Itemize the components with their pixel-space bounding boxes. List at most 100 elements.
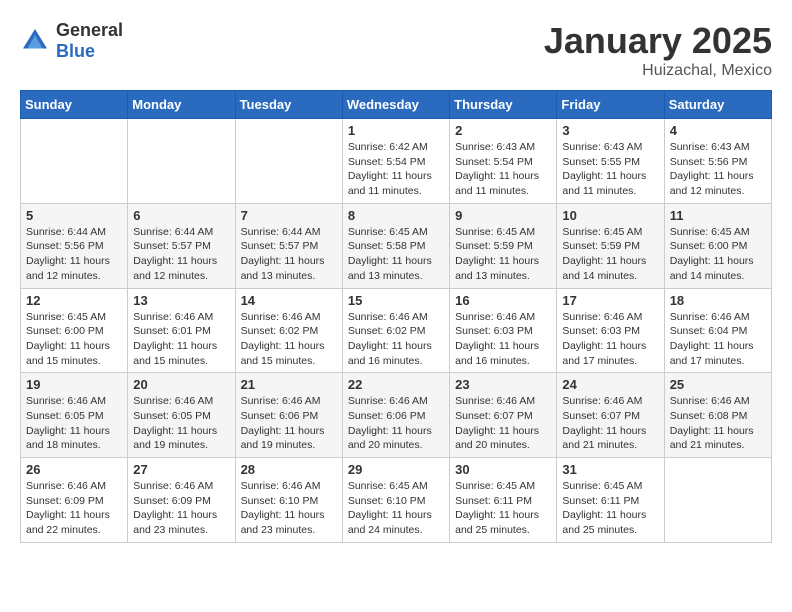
calendar-week-row: 19 Sunrise: 6:46 AMSunset: 6:05 PMDayligh… [21, 373, 772, 458]
calendar-cell: 7Sunrise: 6:44 AMSunset: 5:57 PMDaylight… [235, 203, 342, 288]
calendar-cell: 28Sunrise: 6:46 AMSunset: 6:10 PMDayligh… [235, 458, 342, 543]
day-number: 18 [670, 293, 766, 308]
logo-icon [20, 26, 50, 56]
day-number: 29 [348, 462, 444, 477]
day-number: 5 [26, 208, 122, 223]
day-number: 4 [670, 123, 766, 138]
day-number: 1 [348, 123, 444, 138]
day-info: Sunrise: 6:45 AMSunset: 6:11 PMDaylight:… [562, 479, 658, 538]
calendar-cell: 17 Sunrise: 6:46 AMSunset: 6:03 PMDayligh… [557, 288, 664, 373]
day-info: Sunrise: 6:46 AMSunset: 6:06 PMDaylight:… [241, 394, 337, 453]
page-header: General Blue January 2025 Huizachal, Mex… [20, 20, 772, 80]
day-number: 24 [562, 377, 658, 392]
weekday-header-cell: Sunday [21, 91, 128, 119]
day-info: Sunrise: 6:46 AMSunset: 6:10 PMDaylight:… [241, 479, 337, 538]
calendar-cell: 14 Sunrise: 6:46 AMSunset: 6:02 PMDayligh… [235, 288, 342, 373]
calendar-cell: 13 Sunrise: 6:46 AMSunset: 6:01 PMDayligh… [128, 288, 235, 373]
day-info: Sunrise: 6:46 AMSunset: 6:01 PMDaylight:… [133, 310, 229, 369]
day-info: Sunrise: 6:46 AMSunset: 6:02 PMDaylight:… [241, 310, 337, 369]
calendar-cell: 11Sunrise: 6:45 AMSunset: 6:00 PMDayligh… [664, 203, 771, 288]
calendar-cell: 6Sunrise: 6:44 AMSunset: 5:57 PMDaylight… [128, 203, 235, 288]
day-info: Sunrise: 6:45 AMSunset: 6:11 PMDaylight:… [455, 479, 551, 538]
logo: General Blue [20, 20, 123, 62]
day-number: 7 [241, 208, 337, 223]
calendar-cell: 27 Sunrise: 6:46 AMSunset: 6:09 PMDayligh… [128, 458, 235, 543]
day-info: Sunrise: 6:46 AMSunset: 6:03 PMDaylight:… [562, 310, 658, 369]
calendar-week-row: 1Sunrise: 6:42 AMSunset: 5:54 PMDaylight… [21, 119, 772, 204]
calendar-cell: 16Sunrise: 6:46 AMSunset: 6:03 PMDayligh… [450, 288, 557, 373]
weekday-header-cell: Monday [128, 91, 235, 119]
day-number: 9 [455, 208, 551, 223]
day-info: Sunrise: 6:45 AMSunset: 6:00 PMDaylight:… [670, 225, 766, 284]
day-info: Sunrise: 6:46 AMSunset: 6:06 PMDaylight:… [348, 394, 444, 453]
day-info: Sunrise: 6:45 AMSunset: 5:59 PMDaylight:… [562, 225, 658, 284]
weekday-header-row: SundayMondayTuesdayWednesdayThursdayFrid… [21, 91, 772, 119]
day-number: 13 [133, 293, 229, 308]
calendar-cell: 19 Sunrise: 6:46 AMSunset: 6:05 PMDayligh… [21, 373, 128, 458]
calendar-cell: 15 Sunrise: 6:46 AMSunset: 6:02 PMDayligh… [342, 288, 449, 373]
day-number: 26 [26, 462, 122, 477]
day-number: 2 [455, 123, 551, 138]
calendar-week-row: 12 Sunrise: 6:45 AMSunset: 6:00 PMDayligh… [21, 288, 772, 373]
day-number: 20 [133, 377, 229, 392]
day-number: 19 [26, 377, 122, 392]
day-number: 10 [562, 208, 658, 223]
calendar-cell: 10 Sunrise: 6:45 AMSunset: 5:59 PMDayligh… [557, 203, 664, 288]
location-title: Huizachal, Mexico [544, 62, 772, 80]
day-info: Sunrise: 6:46 AMSunset: 6:09 PMDaylight:… [26, 479, 122, 538]
day-number: 17 [562, 293, 658, 308]
day-number: 8 [348, 208, 444, 223]
day-info: Sunrise: 6:46 AMSunset: 6:08 PMDaylight:… [670, 394, 766, 453]
day-number: 30 [455, 462, 551, 477]
day-info: Sunrise: 6:46 AMSunset: 6:02 PMDaylight:… [348, 310, 444, 369]
day-info: Sunrise: 6:45 AMSunset: 5:59 PMDaylight:… [455, 225, 551, 284]
calendar-cell: 21 Sunrise: 6:46 AMSunset: 6:06 PMDayligh… [235, 373, 342, 458]
calendar-cell: 20 Sunrise: 6:46 AMSunset: 6:05 PMDayligh… [128, 373, 235, 458]
day-info: Sunrise: 6:43 AMSunset: 5:55 PMDaylight:… [562, 140, 658, 199]
calendar-cell [235, 119, 342, 204]
day-info: Sunrise: 6:44 AMSunset: 5:56 PMDaylight:… [26, 225, 122, 284]
weekday-header-cell: Thursday [450, 91, 557, 119]
calendar-cell: 31 Sunrise: 6:45 AMSunset: 6:11 PMDayligh… [557, 458, 664, 543]
calendar-cell: 9 Sunrise: 6:45 AMSunset: 5:59 PMDaylight… [450, 203, 557, 288]
calendar-cell: 24 Sunrise: 6:46 AMSunset: 6:07 PMDayligh… [557, 373, 664, 458]
day-info: Sunrise: 6:45 AMSunset: 6:00 PMDaylight:… [26, 310, 122, 369]
day-info: Sunrise: 6:46 AMSunset: 6:07 PMDaylight:… [562, 394, 658, 453]
day-number: 22 [348, 377, 444, 392]
day-info: Sunrise: 6:45 AMSunset: 5:58 PMDaylight:… [348, 225, 444, 284]
calendar-cell: 12 Sunrise: 6:45 AMSunset: 6:00 PMDayligh… [21, 288, 128, 373]
day-number: 27 [133, 462, 229, 477]
month-title: January 2025 [544, 20, 772, 62]
day-number: 14 [241, 293, 337, 308]
calendar-cell: 4 Sunrise: 6:43 AMSunset: 5:56 PMDaylight… [664, 119, 771, 204]
day-number: 12 [26, 293, 122, 308]
calendar-cell: 18Sunrise: 6:46 AMSunset: 6:04 PMDayligh… [664, 288, 771, 373]
calendar-body: 1Sunrise: 6:42 AMSunset: 5:54 PMDaylight… [21, 119, 772, 543]
calendar-cell: 25Sunrise: 6:46 AMSunset: 6:08 PMDayligh… [664, 373, 771, 458]
calendar-cell: 1Sunrise: 6:42 AMSunset: 5:54 PMDaylight… [342, 119, 449, 204]
calendar-table: SundayMondayTuesdayWednesdayThursdayFrid… [20, 90, 772, 543]
weekday-header-cell: Friday [557, 91, 664, 119]
day-info: Sunrise: 6:43 AMSunset: 5:56 PMDaylight:… [670, 140, 766, 199]
day-info: Sunrise: 6:45 AMSunset: 6:10 PMDaylight:… [348, 479, 444, 538]
day-info: Sunrise: 6:46 AMSunset: 6:05 PMDaylight:… [133, 394, 229, 453]
calendar-week-row: 5 Sunrise: 6:44 AMSunset: 5:56 PMDaylight… [21, 203, 772, 288]
calendar-cell: 23Sunrise: 6:46 AMSunset: 6:07 PMDayligh… [450, 373, 557, 458]
day-info: Sunrise: 6:46 AMSunset: 6:05 PMDaylight:… [26, 394, 122, 453]
calendar-cell: 2Sunrise: 6:43 AMSunset: 5:54 PMDaylight… [450, 119, 557, 204]
day-info: Sunrise: 6:46 AMSunset: 6:07 PMDaylight:… [455, 394, 551, 453]
calendar-cell: 29 Sunrise: 6:45 AMSunset: 6:10 PMDayligh… [342, 458, 449, 543]
day-number: 3 [562, 123, 658, 138]
day-number: 31 [562, 462, 658, 477]
calendar-cell: 8 Sunrise: 6:45 AMSunset: 5:58 PMDaylight… [342, 203, 449, 288]
weekday-header-cell: Tuesday [235, 91, 342, 119]
calendar-cell [664, 458, 771, 543]
day-number: 21 [241, 377, 337, 392]
day-number: 15 [348, 293, 444, 308]
day-info: Sunrise: 6:44 AMSunset: 5:57 PMDaylight:… [133, 225, 229, 284]
day-info: Sunrise: 6:46 AMSunset: 6:09 PMDaylight:… [133, 479, 229, 538]
weekday-header-cell: Wednesday [342, 91, 449, 119]
calendar-cell [128, 119, 235, 204]
title-block: January 2025 Huizachal, Mexico [544, 20, 772, 80]
calendar-cell: 22 Sunrise: 6:46 AMSunset: 6:06 PMDayligh… [342, 373, 449, 458]
